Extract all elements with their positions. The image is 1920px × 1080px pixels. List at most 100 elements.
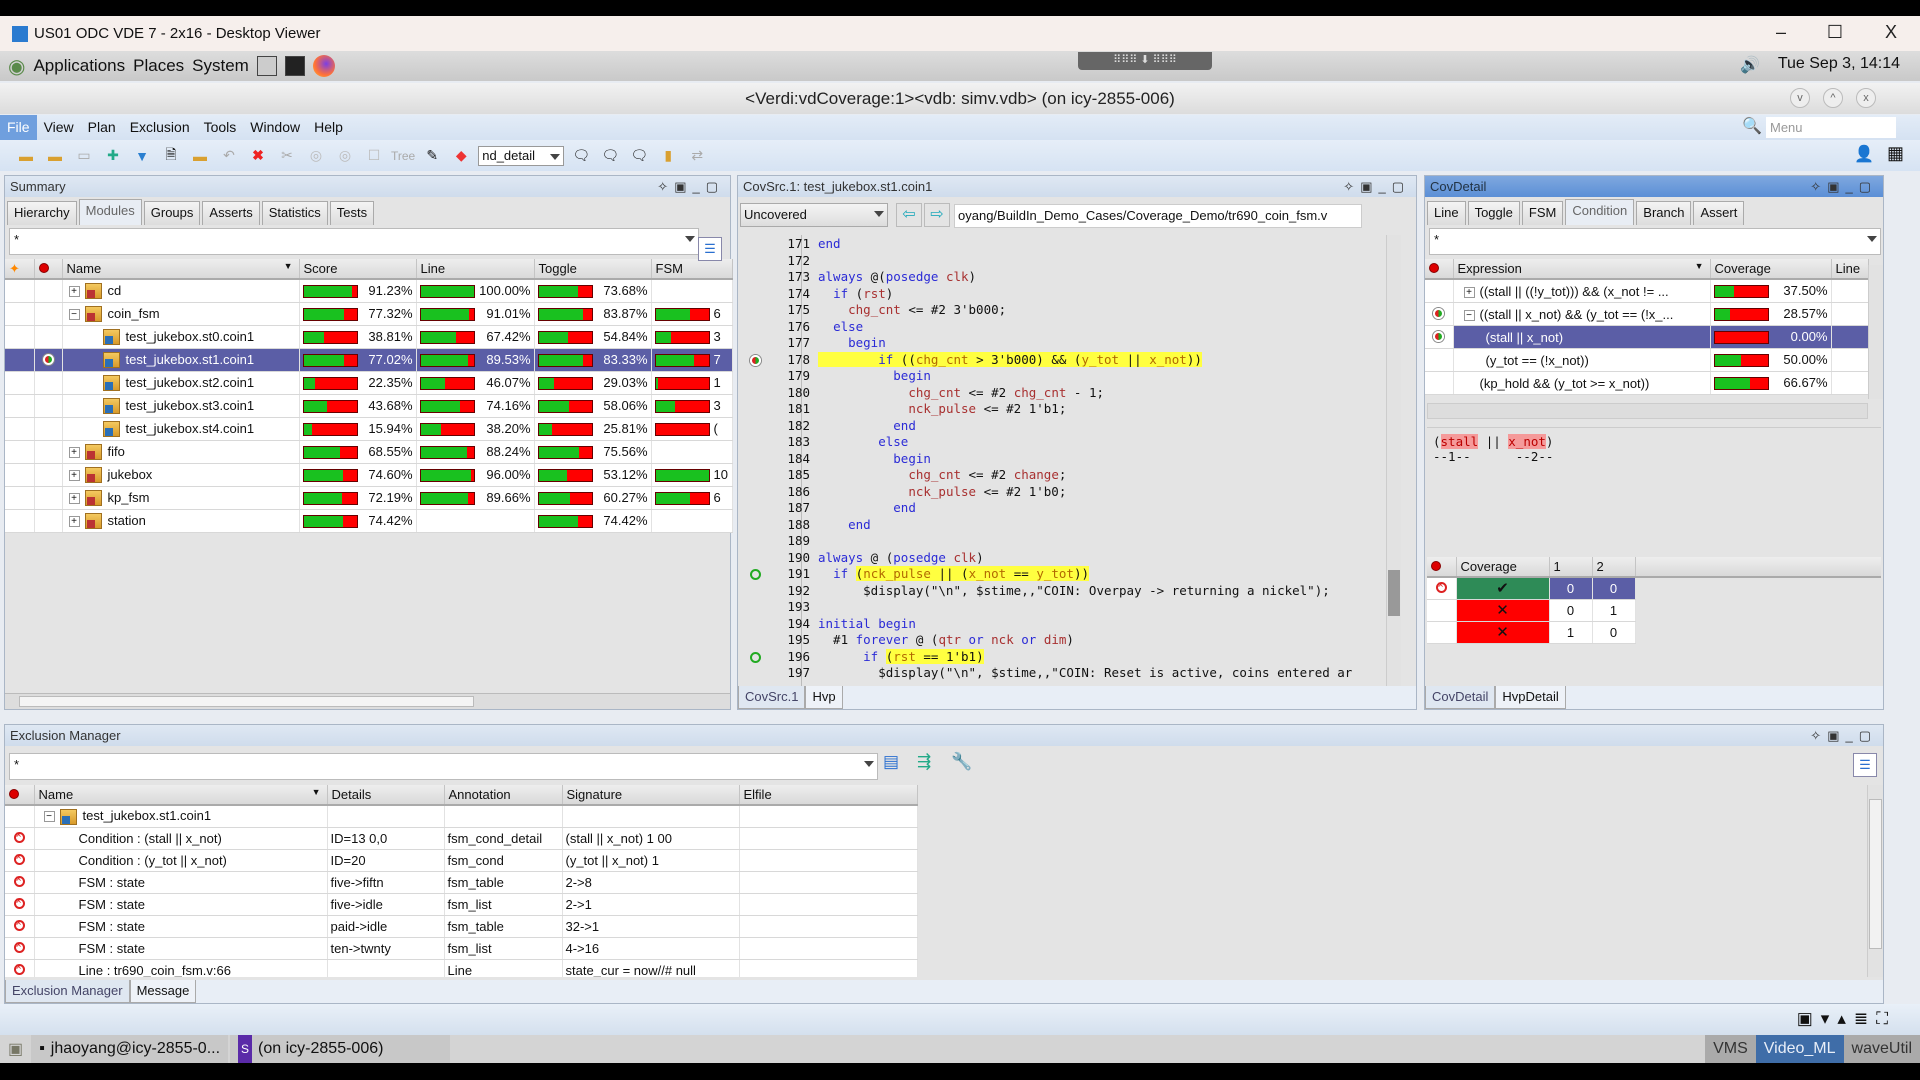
cut-icon[interactable]: ✂: [275, 145, 299, 167]
tab-covdetail[interactable]: CovDetail: [1425, 686, 1496, 709]
expand-icon[interactable]: +: [1463, 286, 1475, 298]
col-line[interactable]: Line: [1831, 259, 1869, 280]
code-line[interactable]: 172: [738, 253, 1398, 270]
code-line[interactable]: 174 if (rst): [738, 286, 1398, 303]
workspace-vms[interactable]: VMS: [1705, 1035, 1756, 1063]
window-maximize-button[interactable]: ^: [1823, 88, 1843, 108]
code-line[interactable]: 196 if (rst == 1'b1): [738, 648, 1398, 666]
task-verdi[interactable]: S (on icy-2855-006): [230, 1035, 451, 1063]
grid-icon[interactable]: ▦: [1887, 143, 1904, 164]
task-terminal[interactable]: ▪ jhaoyang@icy-2855-0...: [31, 1035, 229, 1063]
close-button[interactable]: X: [1876, 22, 1906, 43]
minimize-button[interactable]: –: [1766, 22, 1796, 43]
exclude-column[interactable]: [34, 259, 63, 280]
col-toggle[interactable]: Toggle: [534, 259, 652, 280]
excluded-icon[interactable]: [13, 962, 25, 975]
exclusion-filter-input[interactable]: *: [9, 753, 878, 780]
menu-window[interactable]: Window: [243, 115, 307, 140]
exclusion-row[interactable]: Condition : (y_tot || x_not)ID=20fsm_con…: [5, 849, 918, 872]
load-exclusion-icon[interactable]: ▬: [188, 145, 212, 167]
summary-row[interactable]: test_jukebox.st1.coin1 77.02% 89.53% 83.33%…: [5, 348, 733, 372]
source-path-field[interactable]: oyang/BuildIn_Demo_Cases/Coverage_Demo/t…: [954, 204, 1362, 228]
tab-line[interactable]: Line: [1427, 201, 1466, 225]
window-menu-button[interactable]: v: [1790, 88, 1810, 108]
exclusion-tree-icon[interactable]: ⇶: [917, 752, 931, 772]
summary-row[interactable]: test_jukebox.st3.coin1 43.68% 74.16% 58.06%…: [5, 394, 733, 418]
col-line[interactable]: Line: [416, 259, 535, 280]
excluded-icon[interactable]: [13, 852, 25, 865]
summary-row[interactable]: + cd 91.23% 100.00% 73.68%: [5, 279, 733, 303]
volume-icon[interactable]: 🔊: [1740, 55, 1760, 75]
summary-row[interactable]: + station 74.42% 74.42%: [5, 509, 733, 533]
code-line[interactable]: 183 else: [738, 434, 1398, 451]
bookmark-icon[interactable]: ▮: [656, 145, 680, 167]
open-folder-icon[interactable]: ▬: [14, 145, 38, 167]
code-line[interactable]: 176 else: [738, 319, 1398, 336]
col-coverage[interactable]: Coverage: [1456, 557, 1550, 578]
code-line[interactable]: 178 if ((chg_cnt > 3'b000) && (y_tot || …: [738, 351, 1398, 369]
exclusion-root-row[interactable]: − test_jukebox.st1.coin1: [5, 805, 918, 828]
menu-exclusion[interactable]: Exclusion: [123, 115, 197, 140]
collapse-icon[interactable]: −: [68, 308, 80, 320]
viewer-toolbar-handle[interactable]: ⠿⠿⠿ ⬇ ⠿⠿⠿: [1078, 52, 1212, 70]
col-term-2[interactable]: 2: [1592, 557, 1636, 578]
workspace-waveutil[interactable]: waveUtil: [1843, 1035, 1920, 1063]
excluded-icon[interactable]: [13, 940, 25, 953]
annotation-combo[interactable]: nd_detail: [478, 145, 565, 166]
tab-toggle[interactable]: Toggle: [1467, 201, 1520, 225]
menu-plan[interactable]: Plan: [81, 115, 123, 140]
col-coverage[interactable]: Coverage: [1710, 259, 1832, 280]
summary-filter-input[interactable]: *: [9, 228, 699, 255]
tab-message[interactable]: Message: [129, 980, 197, 1003]
col-signature[interactable]: Signature: [562, 785, 740, 806]
code-line[interactable]: 185 chg_cnt <= #2 change;: [738, 467, 1398, 484]
excluded-icon[interactable]: [13, 874, 25, 887]
exclusion-row[interactable]: FSM : stateten->twntyfsm_list4->16: [5, 937, 918, 960]
code-line[interactable]: 191 if (nck_pulse || (x_not == y_tot)): [738, 566, 1398, 583]
exclusion-row[interactable]: Condition : (stall || x_not)ID=13 0,0fsm…: [5, 827, 918, 850]
code-line[interactable]: 189: [738, 533, 1398, 550]
tab-tests[interactable]: Tests: [329, 201, 375, 225]
maximize-button[interactable]: ☐: [1820, 22, 1850, 43]
menu-view[interactable]: View: [37, 115, 81, 140]
menu-applications[interactable]: Applications: [33, 56, 125, 76]
condition-vector-row[interactable]: ✕ 0 1: [1427, 599, 1881, 622]
tab-hvp[interactable]: Hvp: [805, 686, 843, 709]
covered-circle-icon[interactable]: [750, 651, 761, 663]
tab-hierarchy[interactable]: Hierarchy: [7, 201, 77, 225]
tab-modules[interactable]: Modules: [78, 199, 142, 225]
exclusion-row[interactable]: FSM : statefive->idlefsm_list2->1: [5, 893, 918, 916]
eraser-icon[interactable]: ◆: [449, 145, 473, 167]
tab-fsm[interactable]: FSM: [1521, 201, 1564, 225]
code-line[interactable]: 171 end: [738, 236, 1398, 253]
tab-assert[interactable]: Assert: [1693, 201, 1745, 225]
summary-row[interactable]: + jukebox 74.60% 96.00% 53.12% 10: [5, 463, 733, 487]
summary-row[interactable]: + fifo 68.55% 88.24% 75.56%: [5, 440, 733, 464]
tab-groups[interactable]: Groups: [143, 201, 201, 225]
expression-vscrollbar[interactable]: [1868, 265, 1883, 399]
code-line[interactable]: 179 begin: [738, 368, 1398, 385]
delete-icon[interactable]: ✖: [246, 145, 270, 167]
show-desktop-icon[interactable]: ▣: [0, 1039, 31, 1059]
excluded-icon[interactable]: [13, 896, 25, 909]
tab-covsrc[interactable]: CovSrc.1: [738, 686, 806, 709]
summary-row[interactable]: test_jukebox.st0.coin1 38.81% 67.42% 54.84%…: [5, 325, 733, 349]
swap-icon[interactable]: ⇄: [685, 145, 709, 167]
collapse-icon[interactable]: −: [1463, 309, 1475, 321]
condition-vector-row[interactable]: ✕ 1 0: [1427, 621, 1881, 644]
summary-row[interactable]: test_jukebox.st2.coin1 22.35% 46.07% 29.03%…: [5, 371, 733, 395]
code-line[interactable]: 195 #1 forever @ (qtr or nck or dim): [738, 632, 1398, 649]
tab-asserts[interactable]: Asserts: [202, 201, 260, 225]
edit-icon[interactable]: ✎: [420, 145, 444, 167]
tab-branch[interactable]: Branch: [1636, 201, 1692, 225]
pane-controls[interactable]: ✧▣_▢: [657, 176, 724, 197]
file-manager-icon[interactable]: [256, 56, 277, 76]
layout-icons[interactable]: ▣▾▴≣⛶: [1797, 1009, 1896, 1029]
summary-row[interactable]: + kp_fsm 72.19% 89.66% 60.27% 6: [5, 486, 733, 510]
summary-hscrollbar[interactable]: [5, 693, 730, 709]
condition-vector-row[interactable]: ✔00: [1427, 577, 1881, 600]
excluded-icon[interactable]: [1435, 580, 1447, 593]
exclude-column[interactable]: [1425, 259, 1454, 280]
menu-help[interactable]: Help: [307, 115, 350, 140]
check-circle-icon[interactable]: ◎: [304, 145, 328, 167]
